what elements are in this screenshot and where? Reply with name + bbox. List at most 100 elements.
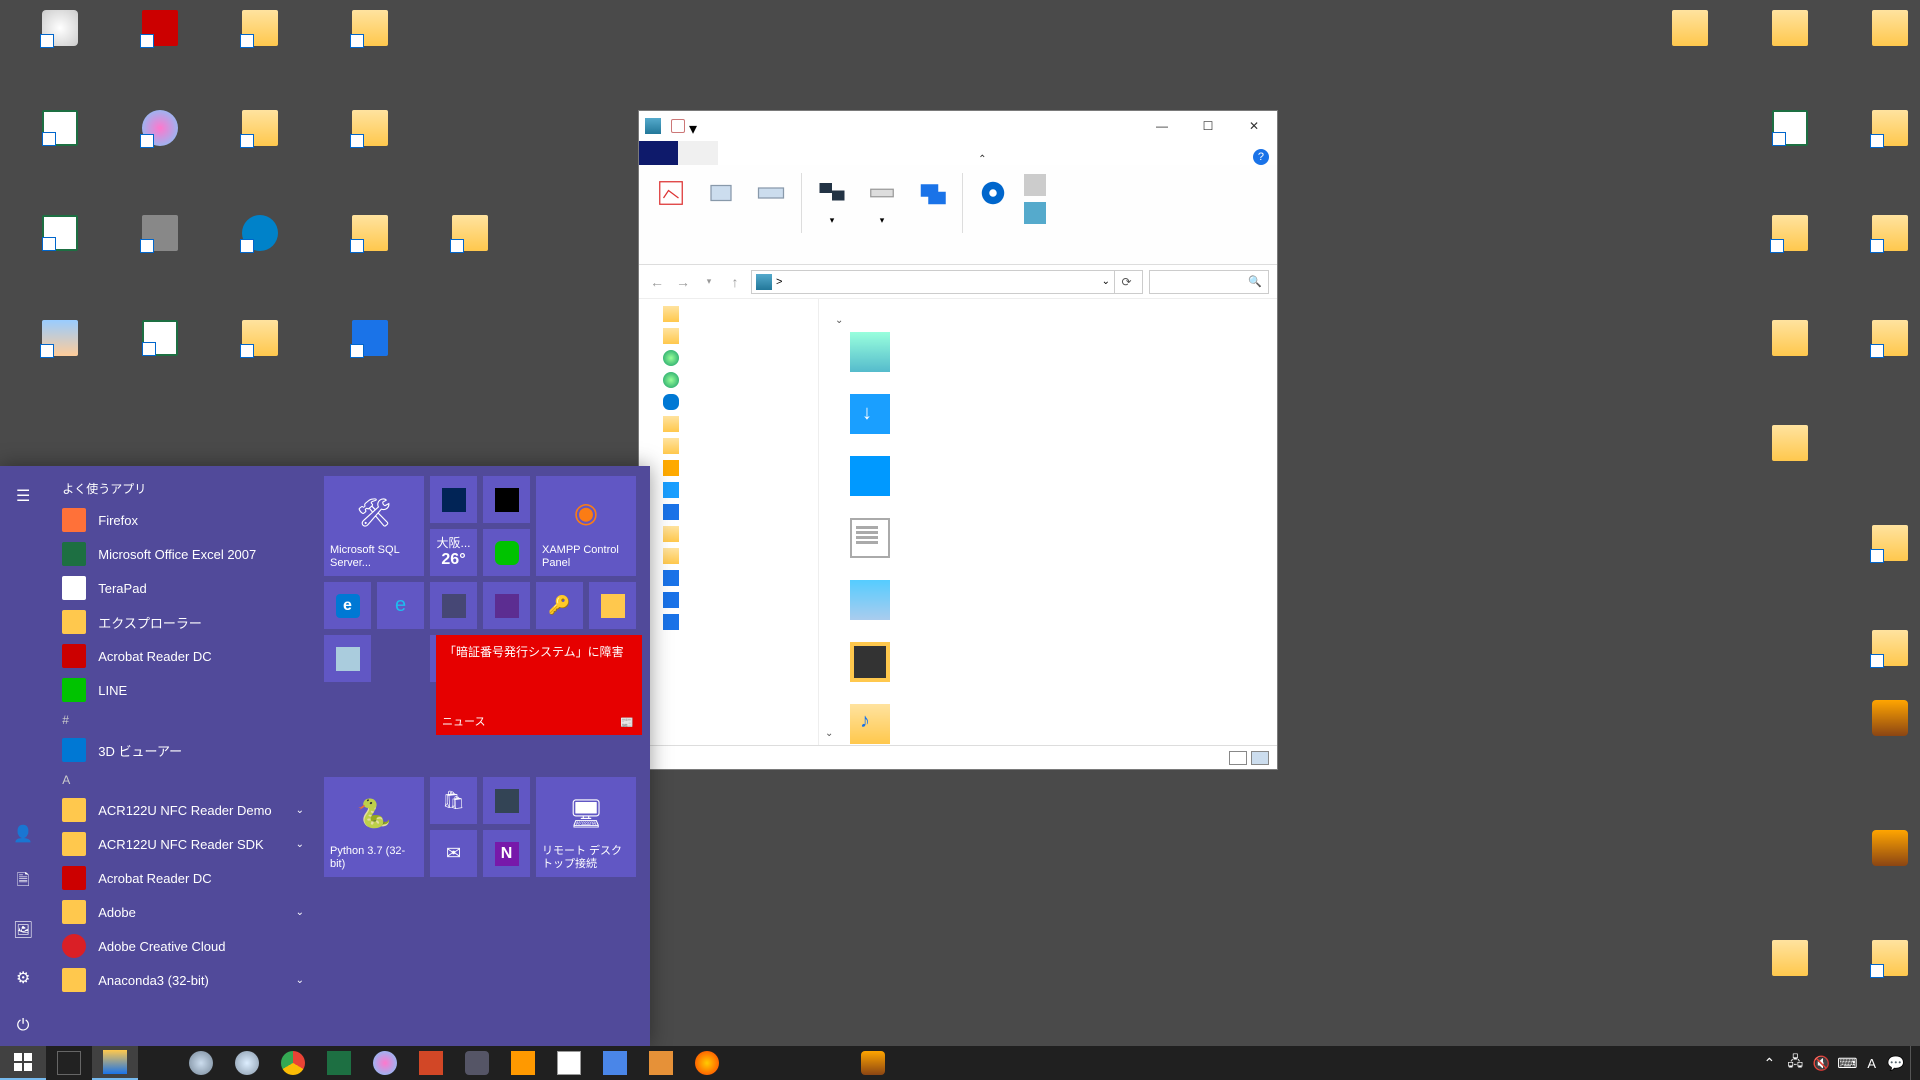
tile-weather[interactable]: 大阪... 26°: [430, 529, 477, 576]
user-icon[interactable]: 👤: [3, 814, 43, 854]
tile-ie[interactable]: e: [377, 582, 424, 629]
tile-line[interactable]: [483, 529, 530, 576]
nav-item[interactable]: [643, 303, 814, 325]
tile-teams[interactable]: [430, 582, 477, 629]
view-large-button[interactable]: [1251, 751, 1269, 765]
desktop-icon-folder[interactable]: [1860, 10, 1920, 80]
desktop-icon-folder[interactable]: [230, 110, 290, 180]
letter-hash[interactable]: #: [46, 707, 316, 733]
desktop-icon-folder[interactable]: [340, 110, 400, 180]
folder-item[interactable]: [835, 394, 905, 450]
desktop-icon-excel[interactable]: [1760, 110, 1820, 180]
ribbon-collapse-icon[interactable]: ⌃: [978, 154, 986, 165]
view-details-button[interactable]: [1229, 751, 1247, 765]
show-desktop-button[interactable]: [1910, 1046, 1916, 1080]
desktop-icon-excel[interactable]: [30, 110, 90, 180]
taskbar-firefox[interactable]: [684, 1046, 730, 1080]
content-pane[interactable]: ⌄ ⌄: [819, 299, 1277, 745]
navigation-pane[interactable]: [639, 299, 819, 745]
taskbar-explorer[interactable]: [92, 1046, 138, 1080]
desktop-icon-folder[interactable]: [1860, 940, 1920, 1010]
titlebar[interactable]: ▾ — ☐ ✕: [639, 111, 1277, 141]
desktop-icon-app[interactable]: [130, 215, 190, 285]
action-center-icon[interactable]: 💬: [1884, 1051, 1908, 1075]
nav-item[interactable]: [643, 325, 814, 347]
folder-item[interactable]: [835, 456, 905, 512]
help-icon[interactable]: ?: [1253, 149, 1269, 165]
taskbar-app[interactable]: [454, 1046, 500, 1080]
ribbon-open[interactable]: [701, 173, 741, 213]
app-item[interactable]: Adobe⌄: [46, 895, 316, 929]
ribbon-tab-file[interactable]: [639, 141, 678, 165]
ribbon-rename[interactable]: [751, 173, 791, 213]
desktop-icon-app[interactable]: [340, 320, 400, 390]
tile-vs[interactable]: [483, 582, 530, 629]
nav-item[interactable]: [643, 501, 814, 523]
taskbar-photos[interactable]: [362, 1046, 408, 1080]
folder-item[interactable]: [835, 332, 905, 388]
desktop-icon-folder[interactable]: [1760, 320, 1820, 390]
expand-icon[interactable]: ☰: [3, 476, 43, 516]
tile-sql-server[interactable]: 🛠 Microsoft SQL Server...: [324, 476, 424, 576]
tile-python[interactable]: 🐍 Python 3.7 (32-bit): [324, 777, 424, 877]
address-bar[interactable]: > ⌄ ⟳: [751, 270, 1143, 294]
ime-indicator[interactable]: A: [1861, 1056, 1882, 1071]
app-item[interactable]: エクスプローラー: [46, 605, 316, 639]
tile-news[interactable]: 「暗証番号発行システム」に障害 ニュース 📰: [436, 635, 642, 735]
taskbar-app[interactable]: [546, 1046, 592, 1080]
desktop-icon-folder[interactable]: [1860, 215, 1920, 285]
app-item[interactable]: Anaconda3 (32-bit)⌄: [46, 963, 316, 997]
desktop-icon-excel[interactable]: [30, 215, 90, 285]
nav-item[interactable]: [643, 567, 814, 589]
tile-rdp[interactable]: 🖥 リモート デスクトップ接続: [536, 777, 636, 877]
start-app-list[interactable]: よく使うアプリ FirefoxMicrosoft Office Excel 20…: [46, 466, 316, 1046]
desktop-icon-app[interactable]: [1860, 830, 1920, 900]
tray-overflow-icon[interactable]: ⌃: [1757, 1051, 1781, 1075]
tray-ime-icon[interactable]: ⌨: [1835, 1051, 1859, 1075]
qat-dropdown-icon[interactable]: ▾: [689, 119, 703, 133]
tile-powershell[interactable]: [430, 476, 477, 523]
nav-item[interactable]: [643, 435, 814, 457]
ribbon-tab-computer[interactable]: [678, 141, 717, 165]
desktop-icon-folder[interactable]: [1860, 525, 1920, 595]
ribbon-properties[interactable]: [651, 173, 691, 213]
power-icon[interactable]: ⏻: [3, 1006, 43, 1046]
desktop-icon-app[interactable]: [1860, 700, 1920, 770]
taskbar-app[interactable]: [592, 1046, 638, 1080]
settings-icon[interactable]: ⚙: [3, 958, 43, 998]
close-button[interactable]: ✕: [1231, 111, 1277, 141]
desktop-icon-recycle-bin[interactable]: [30, 10, 90, 80]
content-group-toggle[interactable]: ⌄: [825, 728, 833, 739]
nav-item[interactable]: [643, 611, 814, 633]
desktop-icon-folder[interactable]: [1760, 425, 1820, 495]
taskbar-calculator[interactable]: [46, 1046, 92, 1080]
nav-item[interactable]: [643, 369, 814, 391]
tile-onenote[interactable]: N: [483, 830, 530, 877]
desktop-icon-folder[interactable]: [230, 320, 290, 390]
tile-key[interactable]: 🔑: [536, 582, 583, 629]
nav-item[interactable]: [643, 523, 814, 545]
app-item[interactable]: ACR122U NFC Reader SDK⌄: [46, 827, 316, 861]
folder-item[interactable]: [835, 642, 905, 698]
desktop-icon-folder[interactable]: [1860, 110, 1920, 180]
desktop-icon-folder[interactable]: [1760, 215, 1820, 285]
desktop-icon-excel[interactable]: [130, 320, 190, 390]
recent-dropdown[interactable]: ▾: [699, 272, 719, 292]
desktop-icon[interactable]: [30, 320, 90, 390]
desktop-icon-folder[interactable]: [1760, 10, 1820, 80]
taskbar-safari[interactable]: [178, 1046, 224, 1080]
ribbon-network[interactable]: [812, 173, 852, 213]
folder-item[interactable]: [835, 704, 905, 745]
content-group-toggle[interactable]: ⌄: [835, 315, 1261, 326]
app-item[interactable]: ACR122U NFC Reader Demo⌄: [46, 793, 316, 827]
ribbon-drive[interactable]: [862, 173, 902, 213]
taskbar-powerpoint[interactable]: [408, 1046, 454, 1080]
ribbon-manage[interactable]: [1023, 201, 1047, 225]
taskbar-media[interactable]: [500, 1046, 546, 1080]
tile-connect[interactable]: [324, 635, 371, 682]
nav-item[interactable]: [643, 545, 814, 567]
taskbar-app[interactable]: [850, 1046, 896, 1080]
desktop-icon-folder[interactable]: [1660, 10, 1720, 80]
tile-tool[interactable]: [483, 777, 530, 824]
app-item[interactable]: Microsoft Office Excel 2007: [46, 537, 316, 571]
